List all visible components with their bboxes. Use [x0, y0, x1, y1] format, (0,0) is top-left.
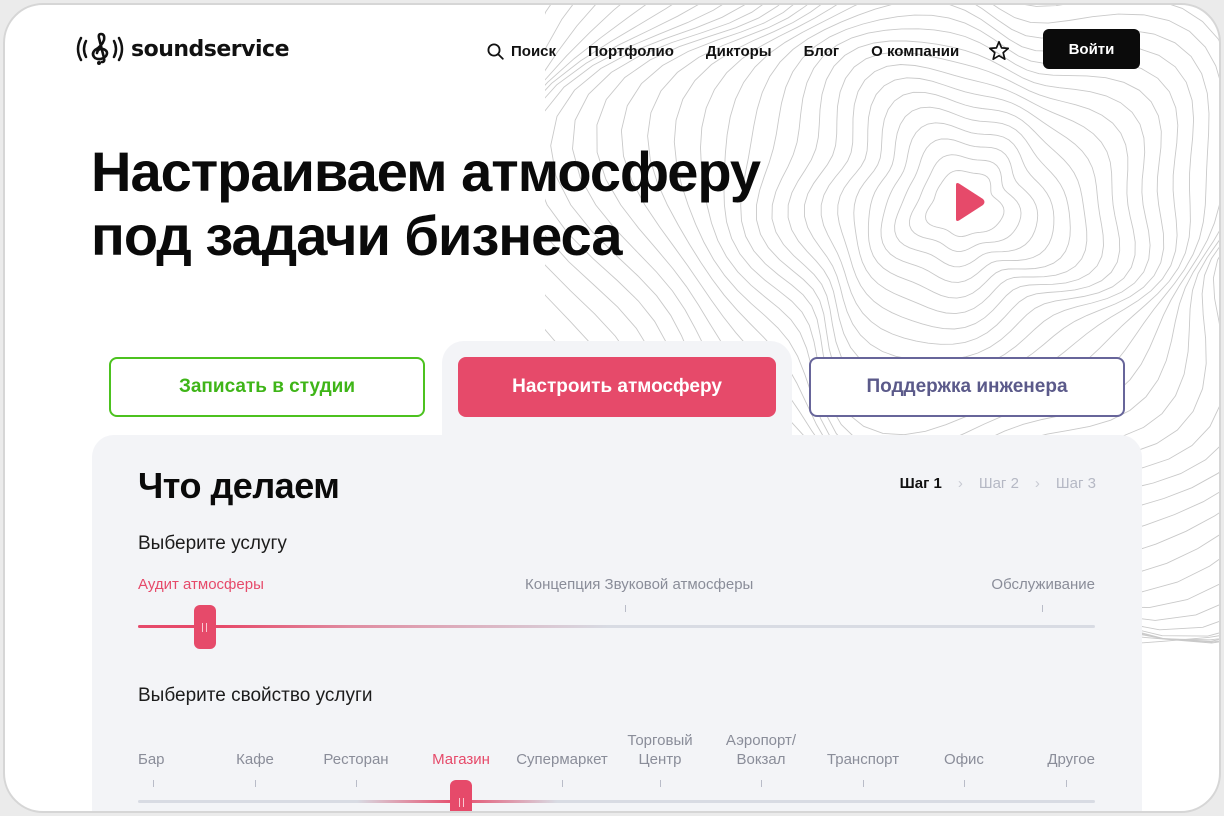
slider-tick [562, 780, 563, 787]
slider-option-label: Обслуживание [991, 576, 1095, 593]
login-button[interactable]: Войти [1043, 29, 1140, 69]
grip-icon [458, 797, 464, 807]
logo[interactable]: soundservice [75, 32, 290, 66]
service-config-panel: Что делаем Шаг 1 › Шаг 2 › Шаг 3 Выберит… [92, 435, 1142, 811]
slider-tick [660, 780, 661, 787]
slider-tick [761, 780, 762, 787]
main-nav: Поиск Портфолио Дикторы Блог О компании [487, 39, 1011, 63]
slider-option[interactable]: Другое [1047, 750, 1095, 769]
browser-frame: soundservice Поиск Портфолио Дикторы Бло… [3, 3, 1221, 813]
search-icon [487, 43, 504, 60]
step-3[interactable]: Шаг 3 [1056, 475, 1096, 492]
slider-option[interactable]: Офис [864, 750, 1064, 769]
slider-tick [625, 605, 626, 612]
tab-engineer-support[interactable]: Поддержка инженера [809, 357, 1125, 417]
slider-option[interactable]: Обслуживание [991, 575, 1095, 594]
chevron-right-icon: › [957, 475, 963, 492]
slider-tick [863, 780, 864, 787]
slider-tick [356, 780, 357, 787]
step-2[interactable]: Шаг 2 [979, 475, 1019, 492]
chevron-right-icon: › [1034, 475, 1040, 492]
tab-record-studio[interactable]: Записать в студии [109, 357, 425, 417]
slider-tick [255, 780, 256, 787]
step-indicator: Шаг 1 › Шаг 2 › Шаг 3 [900, 475, 1096, 492]
property-label: Выберите свойство услуги [138, 685, 373, 706]
nav-search-label: Поиск [511, 42, 557, 60]
favorites-star-icon[interactable] [987, 39, 1011, 63]
nav-voices[interactable]: Дикторы [706, 43, 772, 60]
grip-icon [202, 622, 208, 632]
slider-tick [1066, 780, 1067, 787]
slider-thumb[interactable] [450, 780, 472, 811]
nav-portfolio[interactable]: Портфолио [588, 43, 674, 60]
hero-title-line-1: Настраиваем атмосферу [91, 140, 761, 203]
nav-blog[interactable]: Блог [804, 43, 840, 60]
slider-option[interactable]: Концепция Звуковой атмосферы [525, 575, 754, 594]
treble-clef-sound-icon [76, 32, 124, 65]
slider-tick [153, 780, 154, 787]
site-header: soundservice Поиск Портфолио Дикторы Бло… [5, 5, 1219, 95]
play-icon[interactable] [952, 181, 986, 223]
slider-option[interactable]: Аудит атмосферы [138, 575, 264, 594]
step-1[interactable]: Шаг 1 [900, 475, 942, 492]
hero-title-line-2: под задачи бизнеса [91, 204, 623, 267]
hero-title: Настраиваем атмосферу под задачи бизнеса [91, 140, 851, 268]
logo-text: soundservice [131, 36, 290, 62]
service-label: Выберите услугу [138, 533, 287, 554]
slider-track[interactable] [138, 800, 1095, 803]
slider-tick [1042, 605, 1043, 612]
panel-title: Что делаем [138, 465, 340, 506]
tab-setup-atmosphere[interactable]: Настроить атмосферу [458, 357, 776, 417]
nav-search[interactable]: Поиск [487, 43, 556, 60]
slider-option-label: Другое [1047, 751, 1095, 768]
nav-about[interactable]: О компании [871, 43, 959, 60]
slider-option-label: Аэропорт/ [725, 732, 797, 749]
slider-option-label: Концепция Звуковой атмосферы [525, 576, 754, 593]
slider-thumb[interactable] [193, 605, 216, 649]
slider-option-label: Аудит атмосферы [138, 576, 264, 593]
slider-option-label: Офис [944, 751, 984, 768]
slider-tick [964, 780, 965, 787]
